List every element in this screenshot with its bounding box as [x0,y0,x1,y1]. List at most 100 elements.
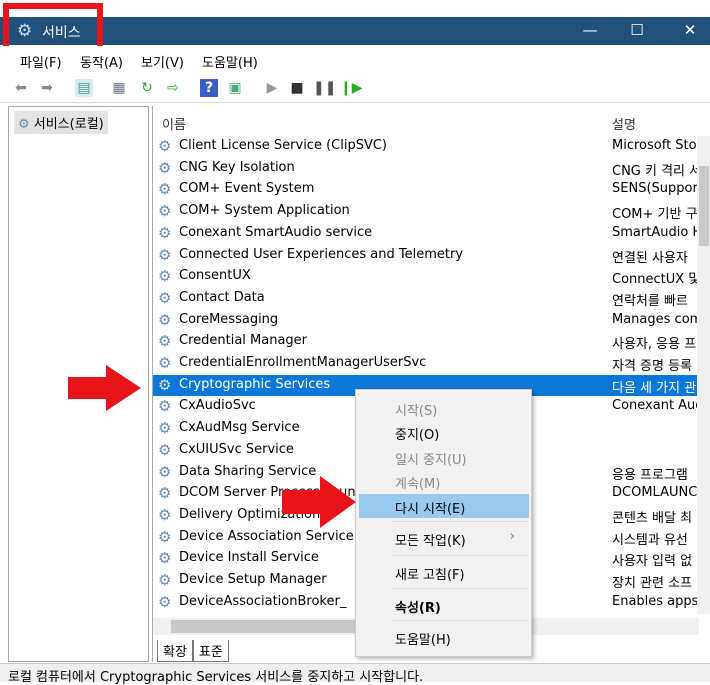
context-menu-item[interactable]: 중지(O) [359,420,529,444]
service-gear-icon: ⚙ [158,527,172,546]
service-gear-icon: ⚙ [158,137,172,155]
tab-standard[interactable]: 표준 [192,640,229,662]
submenu-arrow-icon: › [509,529,515,544]
scroll-thumb[interactable] [699,166,709,246]
service-description: SENS(Supports [612,181,699,197]
title-bar: ⚙ 서비스 — ☐ ✕ [0,17,710,45]
context-menu-item[interactable]: 계속(M) [359,469,529,493]
service-description: Enables apps t [612,593,699,609]
properties-icon[interactable]: ▦ [110,79,128,97]
service-gear-icon: ⚙ [158,440,172,459]
service-name: Conexant SmartAudio service [179,224,373,240]
menu-separator [392,555,528,556]
service-gear-icon: ⚙ [158,419,172,438]
service-description: 시스템과 유선 [612,532,688,548]
menu-view[interactable]: 보기(V) [141,52,184,71]
service-gear-icon: ⚙ [158,158,172,177]
tab-extended[interactable]: 확장 [157,640,193,662]
start-icon[interactable]: ▶ [263,79,281,97]
service-gear-icon: ⚙ [158,202,172,221]
service-description: Conexant Aud [612,398,699,414]
service-row[interactable]: ⚙ Connected User Experiences and Telemetr… [153,245,699,266]
service-gear-icon: ⚙ [158,375,172,394]
service-name: ConsentUX [179,268,251,284]
service-description: 다음 세 가지 관 [612,380,697,396]
service-gear-icon: ⚙ [158,223,172,242]
service-gear-icon: ⚙ [158,484,172,503]
service-gear-icon: ⚙ [158,245,172,264]
pause-icon[interactable]: ❚❚ [313,79,336,97]
stop-icon[interactable]: ■ [288,79,306,97]
menu-item-label: 다시 시작(E) [395,502,466,517]
service-gear-icon: ⚙ [158,310,172,329]
service-row[interactable]: ⚙ ConsentUX ConnectUX 및 [153,266,699,287]
menu-item-label: 시작(S) [395,404,438,419]
service-gear-icon: ⚙ [158,267,172,286]
menu-separator [392,620,528,621]
context-menu-item[interactable]: 모든 작업(K) › [359,526,529,550]
toolbar: ⬅ ➡ ▤ ▦ ↻ ⇨ ? ▣ ▶ ■ ❚❚ ❙▶ [0,73,710,103]
service-description: Microsoft Stor [612,138,699,153]
service-description: SmartAudio He [612,224,699,240]
menu-file[interactable]: 파일(F) [20,52,62,71]
scroll-thumb[interactable] [171,620,371,633]
service-name: CxUIUSvc Service [179,441,294,457]
menu-help[interactable]: 도움말(H) [202,52,258,71]
service-description: ConnectUX 및 [612,272,699,288]
service-name: Connected User Experiences and Telemetry [179,246,464,262]
maximize-button[interactable]: ☐ [622,21,652,39]
menu-action[interactable]: 동작(A) [80,52,123,71]
service-name: DeviceAssociationBroker_ [179,593,347,609]
context-menu-item[interactable]: 속성(R) [359,593,529,617]
service-name: CoreMessaging [179,311,279,327]
service-row[interactable]: ⚙ CredentialEnrollmentManagerUserSvc 자격 증명… [153,353,699,374]
service-gear-icon: ⚙ [158,549,172,568]
service-row[interactable]: ⚙ COM+ Event System SENS(Supports [153,179,699,200]
column-header-description[interactable]: 설명 [612,114,636,133]
service-row[interactable]: ⚙ Client License Service (ClipSVC) Microso… [153,136,699,157]
service-row[interactable]: ⚙ COM+ System Application COM+ 기반 구 [153,201,699,222]
service-row[interactable]: ⚙ Conexant SmartAudio service SmartAudio H… [153,223,699,244]
menu-item-label: 속성(R) [395,601,441,616]
column-header-name[interactable]: 이름 [162,114,186,133]
service-description: 콘텐츠 배달 최 [612,510,693,526]
menu-separator [392,588,528,589]
context-menu-item[interactable]: 시작(S) [359,396,529,420]
service-name: COM+ Event System [179,181,315,197]
service-gear-icon: ⚙ [158,462,172,481]
context-menu-item[interactable]: 도움말(H) [359,625,529,649]
service-gear-icon: ⚙ [158,397,172,416]
help-icon[interactable]: ? [200,79,218,97]
menu-bar: 파일(F) 동작(A) 보기(V) 도움말(H) [0,46,710,72]
minimize-button[interactable]: — [575,21,605,39]
tree-node-services-local[interactable]: ⚙ 서비스(로컬) [14,111,108,134]
restart-icon[interactable]: ❙▶ [340,79,363,97]
context-menu-item[interactable]: 일시 중지(U) [359,445,529,469]
show-console-tree-icon[interactable]: ▤ [75,79,93,97]
refresh-icon[interactable]: ↻ [138,79,156,97]
service-row[interactable]: ⚙ Credential Manager 사용자, 응용 프 [153,331,699,352]
service-name: Cryptographic Services [179,376,331,392]
service-gear-icon: ⚙ [158,571,172,589]
tree-node-label: 서비스(로컬) [33,117,104,132]
service-gear-icon: ⚙ [158,288,172,307]
service-row[interactable]: ⚙ CoreMessaging Manages comi [153,310,699,331]
context-menu-item[interactable]: 새로 고침(F) [359,560,529,584]
menu-item-label: 새로 고침(F) [395,568,465,583]
service-row[interactable]: ⚙ Contact Data 연락처를 빠르 [153,288,699,309]
vertical-scrollbar[interactable] [697,136,710,614]
red-arrow-annotation [282,476,356,528]
context-menu-item[interactable]: 다시 시작(E) [359,494,529,518]
forward-icon[interactable]: ➡ [38,79,56,97]
menu-item-label: 중지(O) [395,428,440,443]
action-pane-icon[interactable]: ▣ [226,79,244,97]
back-icon[interactable]: ⬅ [12,79,30,97]
view-tabs: 확장 표준 [157,640,229,662]
service-description: 사용자 입력 없 [612,554,693,570]
services-gear-icon: ⚙ [18,117,30,132]
service-name: Contact Data [179,289,265,305]
service-row[interactable]: ⚙ CNG Key Isolation CNG 키 격리 서 [153,158,699,179]
export-icon[interactable]: ⇨ [164,79,182,97]
close-button[interactable]: ✕ [675,21,705,39]
service-description: DCOMLAUNCH [612,485,699,501]
